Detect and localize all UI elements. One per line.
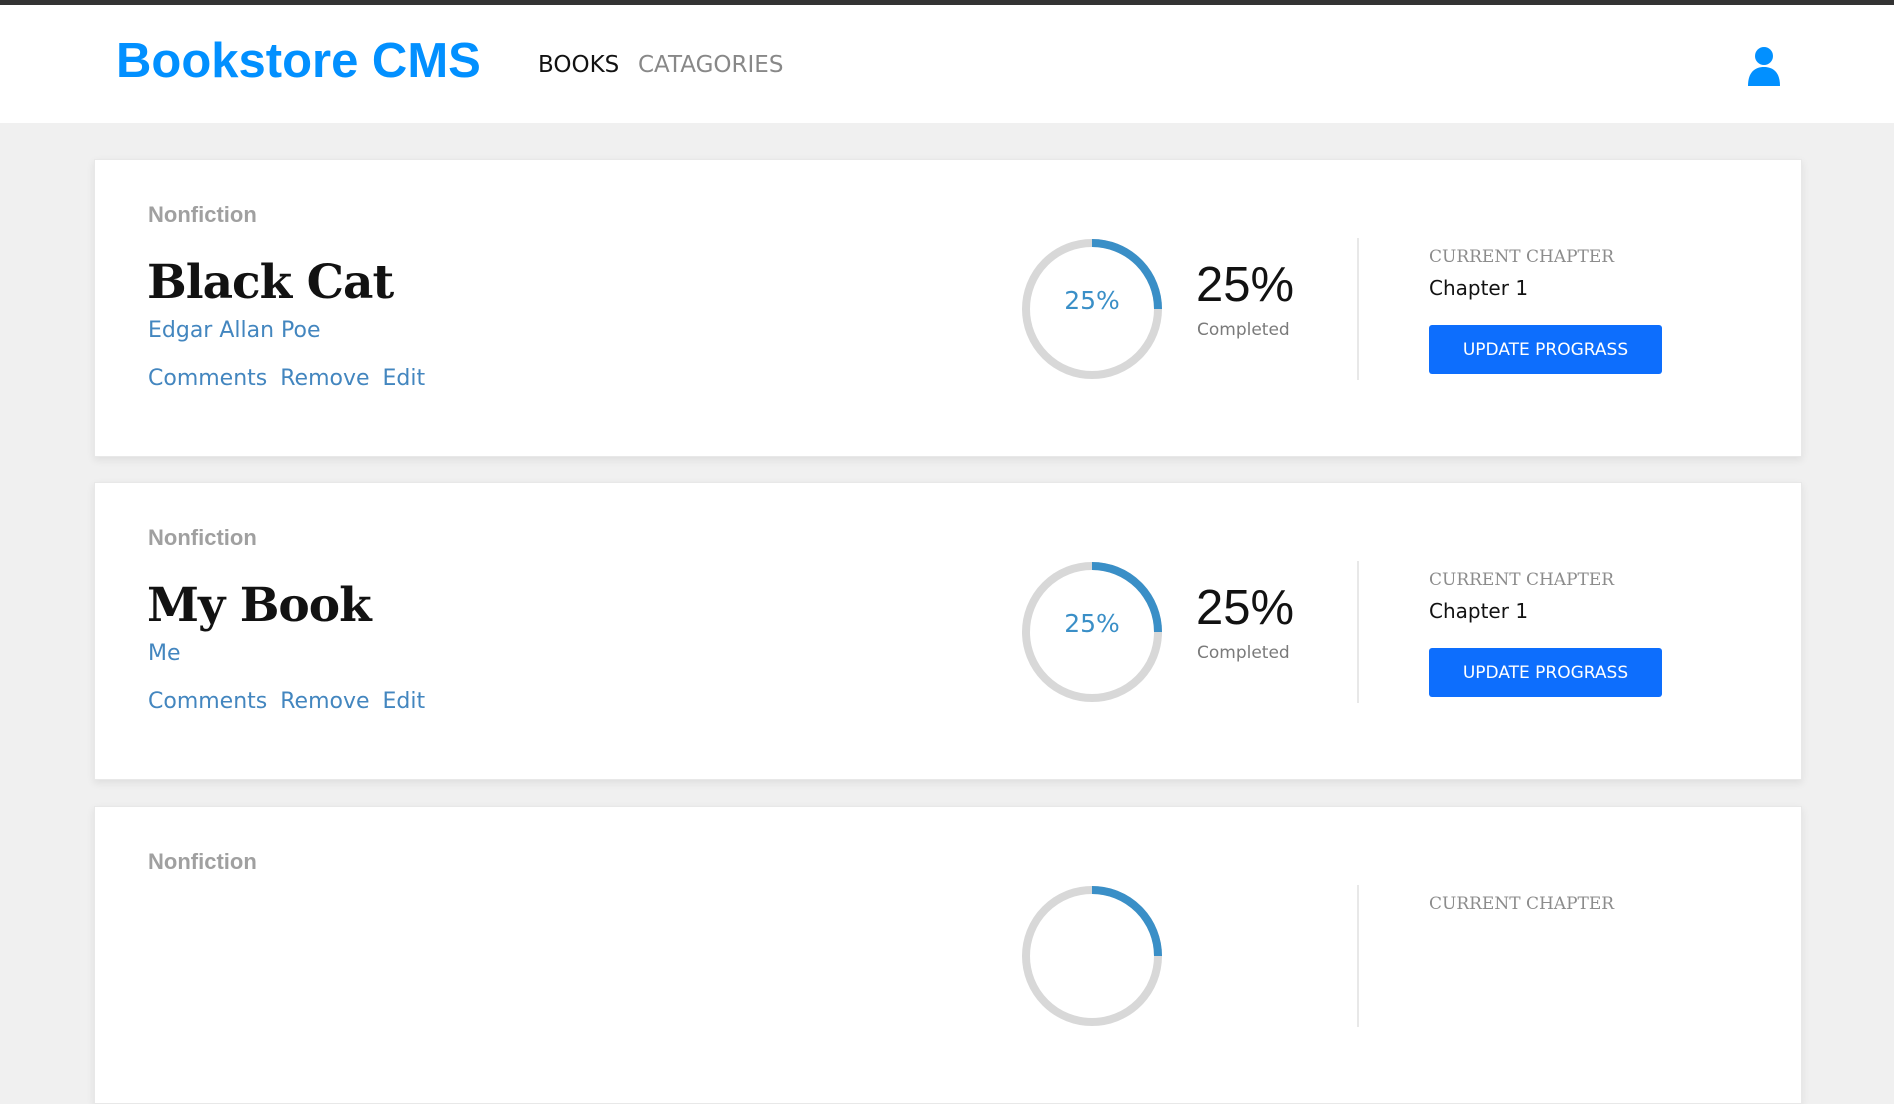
book-actions: Comments Remove Edit bbox=[148, 689, 425, 714]
book-genre: Nonfiction bbox=[148, 202, 257, 227]
progress-percent: 25% bbox=[1196, 258, 1295, 312]
book-title: Black Cat bbox=[147, 255, 394, 310]
completed-label: Completed bbox=[1197, 320, 1290, 340]
completed-label: Completed bbox=[1197, 643, 1290, 663]
divider bbox=[1357, 238, 1359, 380]
update-progress-button[interactable]: UPDATE PROGRASS bbox=[1429, 325, 1662, 374]
comments-link[interactable]: Comments bbox=[148, 366, 267, 391]
progress-ring-label: 25% bbox=[1064, 286, 1120, 315]
book-actions: Comments Remove Edit bbox=[148, 366, 425, 391]
current-chapter: Chapter 1 bbox=[1429, 599, 1529, 623]
update-progress-button[interactable]: UPDATE PROGRASS bbox=[1429, 648, 1662, 697]
divider bbox=[1357, 885, 1359, 1027]
divider bbox=[1357, 561, 1359, 703]
progress-ring bbox=[1022, 886, 1162, 1026]
app-header: Bookstore CMS BOOKS CATAGORIES bbox=[0, 5, 1894, 123]
progress-ring-label: 25% bbox=[1064, 609, 1120, 638]
current-chapter-label: CURRENT CHAPTER bbox=[1429, 247, 1615, 267]
book-genre: Nonfiction bbox=[148, 849, 257, 874]
book-author[interactable]: Me bbox=[148, 641, 181, 666]
book-card: Nonfiction Black Cat Edgar Allan Poe Com… bbox=[94, 159, 1802, 457]
book-author[interactable]: Edgar Allan Poe bbox=[148, 318, 321, 343]
edit-link[interactable]: Edit bbox=[383, 366, 426, 391]
book-genre: Nonfiction bbox=[148, 525, 257, 550]
nav-books[interactable]: BOOKS bbox=[538, 52, 619, 78]
user-icon[interactable] bbox=[1748, 46, 1780, 86]
progress-percent: 25% bbox=[1196, 581, 1295, 635]
brand-logo[interactable]: Bookstore CMS bbox=[116, 33, 481, 89]
book-title: My Book bbox=[147, 578, 372, 633]
comments-link[interactable]: Comments bbox=[148, 689, 267, 714]
remove-link[interactable]: Remove bbox=[280, 366, 369, 391]
current-chapter: Chapter 1 bbox=[1429, 276, 1529, 300]
book-card: Nonfiction CURRENT CHAPTER bbox=[94, 806, 1802, 1104]
edit-link[interactable]: Edit bbox=[383, 689, 426, 714]
book-card: Nonfiction My Book Me Comments Remove Ed… bbox=[94, 482, 1802, 780]
nav-categories[interactable]: CATAGORIES bbox=[638, 52, 783, 78]
current-chapter-label: CURRENT CHAPTER bbox=[1429, 894, 1615, 914]
remove-link[interactable]: Remove bbox=[280, 689, 369, 714]
current-chapter-label: CURRENT CHAPTER bbox=[1429, 570, 1615, 590]
